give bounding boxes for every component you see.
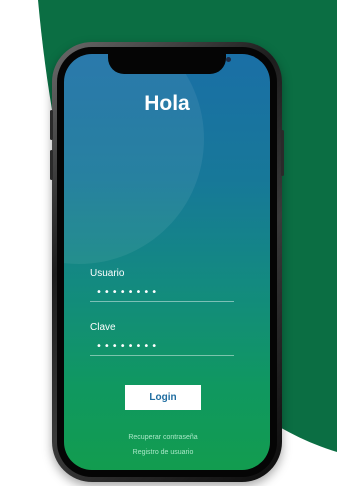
username-label: Usuario: [90, 268, 125, 279]
password-label: Clave: [90, 322, 116, 333]
password-input[interactable]: ••••••••: [90, 338, 234, 356]
recover-password-link[interactable]: Recuperar contraseña: [64, 434, 262, 441]
screen-decorative-glow: [64, 54, 204, 264]
register-user-link[interactable]: Registro de usuario: [64, 449, 262, 456]
camera-icon: [226, 57, 231, 62]
phone-screen: Hola Usuario •••••••• Clave •••••••• Log…: [64, 54, 270, 470]
username-input[interactable]: ••••••••: [90, 284, 234, 302]
phone-side-button: [50, 110, 53, 140]
login-button[interactable]: Login: [125, 385, 201, 410]
phone-notch: [108, 54, 231, 74]
phone-power-button: [281, 130, 284, 176]
phone-volume-button: [50, 150, 53, 180]
greeting-title: Hola: [144, 92, 190, 115]
